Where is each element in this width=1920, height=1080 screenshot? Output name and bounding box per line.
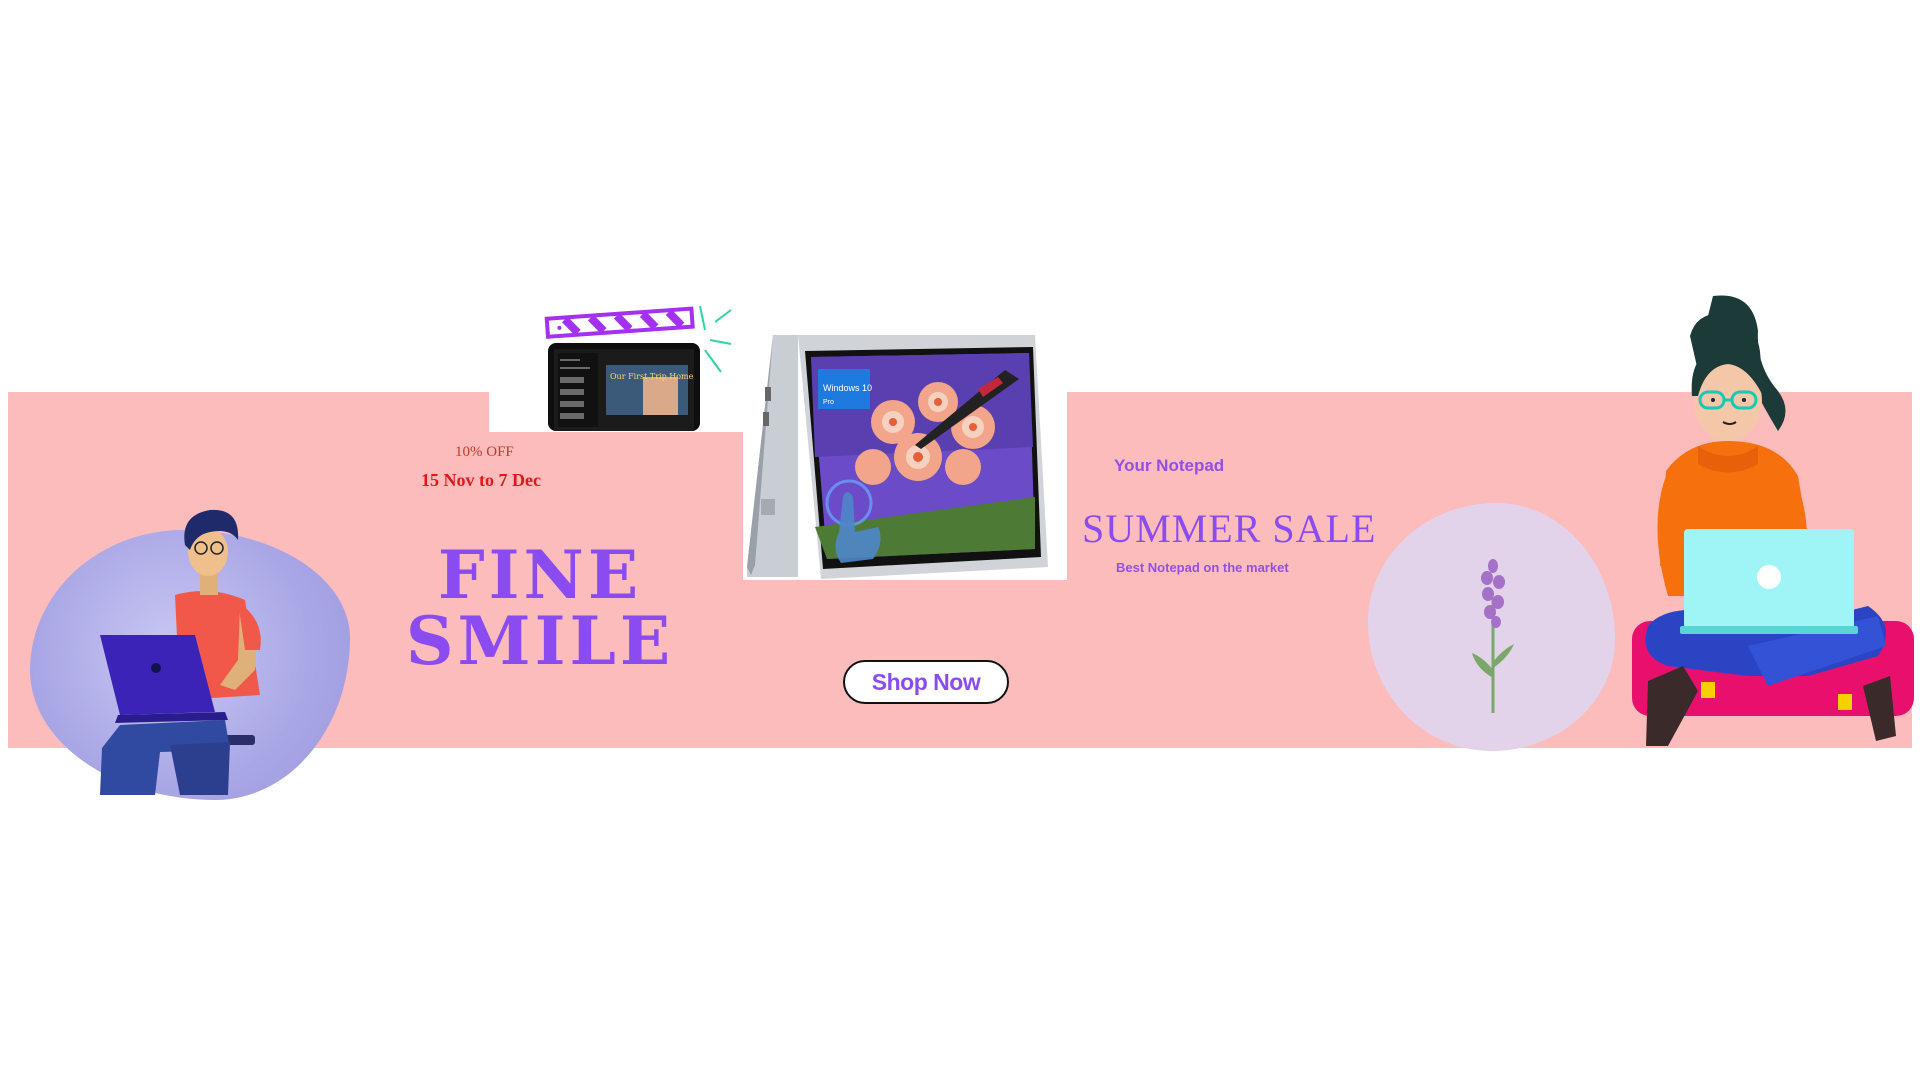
sale-dates: 15 Nov to 7 Dec (421, 470, 541, 490)
lavender-flower-icon (1472, 559, 1514, 713)
screen-os-edition: Pro (823, 399, 834, 406)
shop-now-button[interactable]: Shop Now (843, 660, 1009, 704)
screen-os-label: Windows 10 (823, 383, 872, 393)
tablet-image: Our First Trip Home (548, 343, 700, 431)
man-with-laptop-illustration (100, 509, 261, 795)
sale-title: SUMMER SALE (1082, 506, 1377, 551)
convertible-laptop-image: Windows 10 Pro (743, 327, 1067, 580)
tablet-caption: Our First Trip Home (610, 372, 694, 381)
brand-line-1: FINE (437, 536, 643, 614)
woman-with-laptop-illustration (1632, 295, 1914, 746)
sale-subtitle: Best Notepad on the market (1116, 560, 1289, 575)
tagline: Your Notepad (1114, 456, 1225, 475)
discount-label: 10% OFF (455, 444, 514, 460)
brand-line-2: SMILE (405, 602, 675, 680)
